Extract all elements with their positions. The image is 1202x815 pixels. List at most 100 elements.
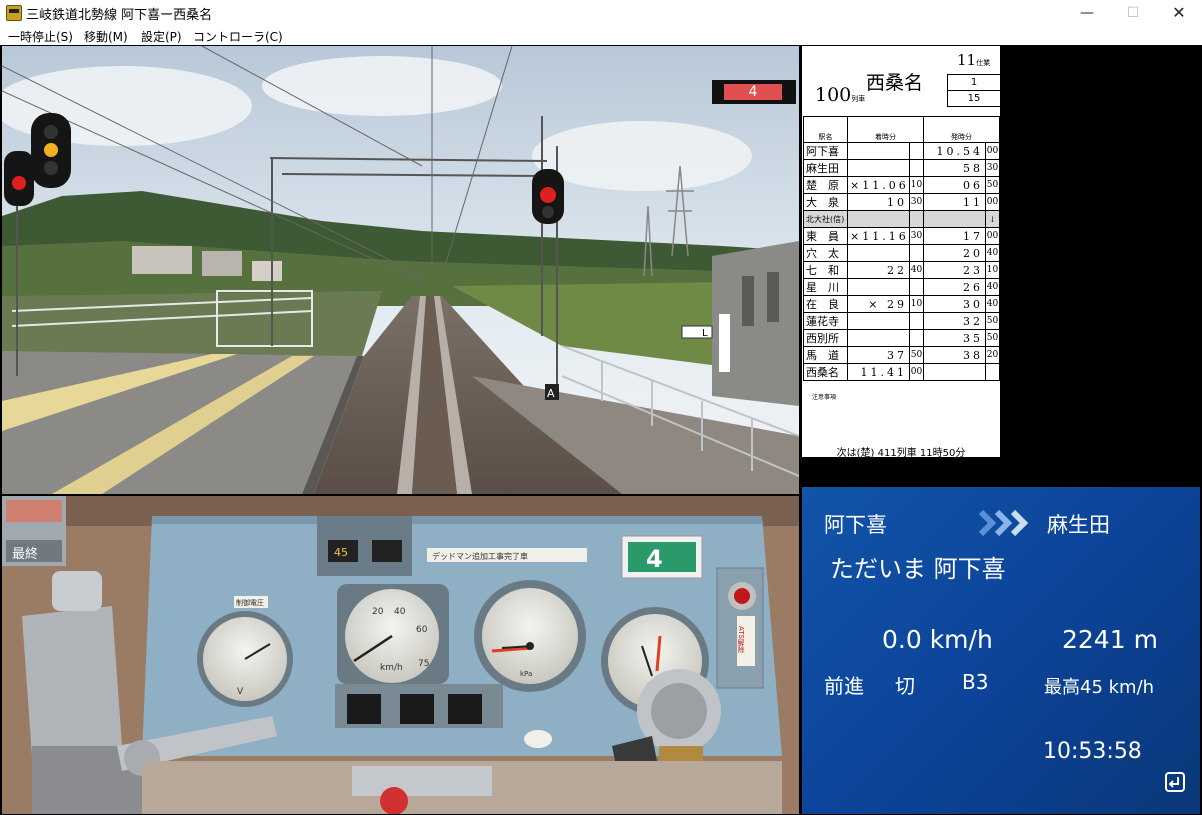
timetable-departure-cell: 35	[923, 329, 986, 347]
timetable-arrival-sec-cell	[909, 244, 924, 262]
current-station: 阿下喜	[824, 513, 887, 537]
timetable-departure-sec-cell: 30	[985, 159, 1000, 177]
menu-settings[interactable]: 設定(P)	[141, 28, 182, 45]
timetable-arrival-sec-cell	[909, 329, 924, 347]
timetable-station-cell: 馬 道	[803, 346, 848, 364]
minimize-button[interactable]: —	[1064, 0, 1110, 26]
timetable-row: 蓮花寺 32 50	[803, 312, 1000, 330]
panel-counter: 45	[334, 546, 348, 559]
timetable-arrival-sec-cell	[909, 278, 924, 296]
timetable-departure-cell: 17	[923, 227, 986, 245]
timetable-departure-sec-cell: 40	[985, 244, 1000, 262]
timetable-departure-cell: 58	[923, 159, 986, 177]
timetable-row: 七 和 22 40 23 10	[803, 261, 1000, 279]
header-arrival: 着時分	[847, 116, 924, 143]
menu-move[interactable]: 移動(M)	[84, 28, 128, 45]
timetable-row: 穴 太 20 40	[803, 244, 1000, 262]
timetable-departure-sec-cell: ↓	[985, 210, 1000, 228]
timetable-box-2: 15	[947, 90, 1001, 107]
timetable-station-cell: 蓮花寺	[803, 312, 848, 330]
timetable-arrival-cell: 22	[847, 261, 910, 279]
volt-unit: V	[237, 687, 244, 697]
close-button[interactable]: ✕	[1156, 0, 1202, 26]
timetable-station-cell: 星 川	[803, 278, 848, 296]
timetable-arrival-sec-cell: 50	[909, 346, 924, 364]
pressure-gauge: kPa	[474, 580, 586, 692]
timetable-arrival-sec-cell: 40	[909, 261, 924, 279]
timetable-departure-cell: 10.54	[923, 142, 986, 160]
timetable-arrival-sec-cell	[909, 312, 924, 330]
next-train-info: 次は(楚) 411列車 11時50分	[836, 448, 966, 459]
timetable-arrival-cell	[847, 278, 910, 296]
timetable-arrival-cell	[847, 142, 910, 160]
train-info-panel: 阿下喜 麻生田 ただいま 阿下喜 0.0 km/h 2241 m 前進 切 B3…	[802, 487, 1200, 814]
timetable-departure-cell: 26	[923, 278, 986, 296]
train-number: 100列車	[815, 84, 866, 106]
timetable-station-cell: 阿下喜	[803, 142, 848, 160]
timetable-arrival-cell: 11.41	[847, 363, 910, 381]
speedometer-tick-1: 20	[372, 607, 384, 617]
timetable-arrival-cell: × 29	[847, 295, 910, 313]
timetable-departure-cell: 30	[923, 295, 986, 313]
speed-unit: km/h	[380, 663, 403, 673]
enter-icon[interactable]	[1165, 772, 1185, 792]
unit-number-plate: 4	[646, 545, 663, 573]
signal-left-near	[31, 113, 71, 188]
timetable-header-row: 駅名 着時分 発時分	[803, 116, 1000, 143]
timetable-departure-sec-cell: 00	[985, 227, 1000, 245]
timetable-station-cell: 西桑名	[803, 363, 848, 381]
timetable-arrival-sec-cell	[909, 142, 924, 160]
signal-right	[532, 169, 564, 224]
timetable-arrival-cell: 37	[847, 346, 910, 364]
timetable-row: 馬 道 37 50 38 20	[803, 346, 1000, 364]
timetable-station-cell: 楚 原	[803, 176, 848, 194]
timetable-arrival-sec-cell: 10	[909, 295, 924, 313]
timetable-arrival-sec-cell: 00	[909, 363, 924, 381]
timetable-row: 在 良 × 29 10 30 40	[803, 295, 1000, 313]
brake-notch: B3	[962, 670, 989, 694]
power-notch: 切	[895, 674, 915, 698]
timetable-departure-sec-cell	[985, 363, 1000, 381]
speedometer-gauge: 20 40 60 75 km/h	[337, 584, 449, 684]
timetable-arrival-cell	[847, 329, 910, 347]
speedometer-tick-3: 60	[416, 625, 428, 635]
timetable-row: 北大社(信) ↓	[803, 210, 1000, 228]
timetable-arrival-sec-cell	[909, 159, 924, 177]
timetable-departure-cell: 06	[923, 176, 986, 194]
notes-label: 注意事項	[812, 394, 837, 401]
timetable-departure-sec-cell: 50	[985, 312, 1000, 330]
header-departure: 発時分	[923, 116, 1000, 143]
voltmeter-gauge: V	[197, 611, 293, 707]
timetable-box-1: 1	[947, 74, 1001, 91]
timetable-row: 楚 原 ×11.06 10 06 50	[803, 176, 1000, 194]
car-number-indicator: 4	[712, 80, 796, 104]
a-sign-text: A	[547, 387, 555, 400]
timetable-departure-sec-cell: 50	[985, 329, 1000, 347]
menu-controller[interactable]: コントローラ(C)	[193, 28, 283, 45]
speedometer-tick-4: 75	[418, 659, 429, 669]
title-bar: 三岐鉄道北勢線 阿下喜ー西桑名 — ☐ ✕	[0, 0, 1202, 27]
timetable-arrival-cell: 10	[847, 193, 910, 211]
clock: 10:53:58	[1043, 739, 1142, 764]
ats-label: ATS解除	[737, 626, 745, 653]
timetable-station-cell: 在 良	[803, 295, 848, 313]
l-sign-text: L	[702, 328, 708, 339]
menu-pause[interactable]: 一時停止(S)	[8, 28, 73, 45]
cab-view: 最終 45 デッドマン追加工事完了車 4 V 制御電圧 20 40 60 75 …	[2, 496, 799, 814]
timetable-row: 阿下喜 10.54 00	[803, 142, 1000, 160]
shigyo-number: 11仕業	[957, 51, 991, 69]
forward-camera-view: L A 4	[2, 46, 799, 494]
timetable-row: 麻生田 58 30	[803, 159, 1000, 177]
timetable-departure-sec-cell: 40	[985, 278, 1000, 296]
timetable-arrival-sec-cell: 30	[909, 227, 924, 245]
header-station: 駅名	[803, 116, 848, 143]
next-station: 麻生田	[1047, 513, 1110, 537]
timetable-arrival-sec-cell: 30	[909, 193, 924, 211]
timetable-arrival-sec-cell: 10	[909, 176, 924, 194]
timetable-departure-cell	[923, 210, 986, 228]
speed-limit: 最高45 km/h	[1044, 677, 1155, 698]
maximize-button[interactable]: ☐	[1110, 0, 1156, 26]
timetable-arrival-cell	[847, 210, 910, 228]
timetable-departure-sec-cell: 50	[985, 176, 1000, 194]
timetable-row: 東 員 ×11.16 30 17 00	[803, 227, 1000, 245]
